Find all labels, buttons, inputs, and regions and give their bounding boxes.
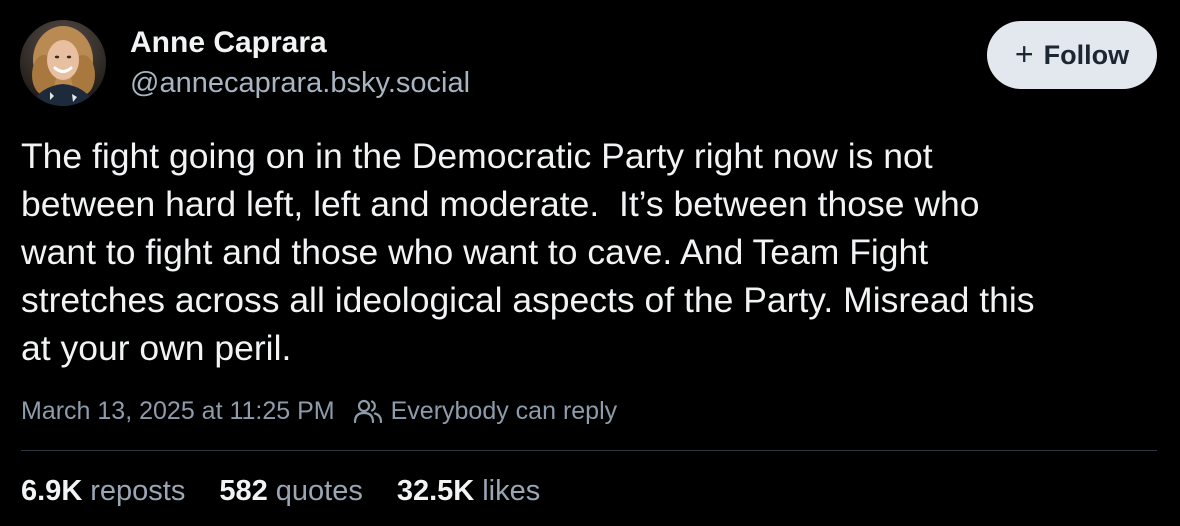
post-card: Anne Caprara @annecaprara.bsky.social + …	[0, 0, 1180, 526]
stat-value: 6.9K	[21, 474, 83, 507]
author-name[interactable]: Anne Caprara	[130, 24, 327, 62]
likes-count[interactable]: 32.5K likes	[397, 475, 540, 508]
stat-label: likes	[482, 474, 541, 507]
author-handle[interactable]: @annecaprara.bsky.social	[130, 64, 470, 102]
quotes-count[interactable]: 582 quotes	[219, 475, 362, 508]
reply-setting[interactable]: Everybody can reply	[391, 397, 618, 426]
avatar[interactable]	[20, 20, 106, 106]
avatar-photo	[20, 20, 106, 106]
engagement-stats: 6.9K reposts 582 quotes 32.5K likes	[21, 472, 574, 510]
reposts-count[interactable]: 6.9K reposts	[21, 475, 185, 508]
post-timestamp[interactable]: March 13, 2025 at 11:25 PM	[21, 397, 335, 426]
follow-button-label: Follow	[1043, 39, 1130, 70]
stat-label: reposts	[90, 474, 186, 507]
post-meta: March 13, 2025 at 11:25 PM Everybody can…	[21, 394, 617, 428]
follow-button[interactable]: + Follow	[987, 21, 1157, 89]
plus-icon: +	[1014, 35, 1034, 72]
stat-value: 582	[219, 474, 268, 507]
post-text: The fight going on in the Democratic Par…	[21, 136, 1035, 368]
people-icon	[353, 398, 383, 424]
stat-label: quotes	[275, 474, 363, 507]
divider	[21, 450, 1157, 451]
stat-value: 32.5K	[396, 474, 475, 507]
